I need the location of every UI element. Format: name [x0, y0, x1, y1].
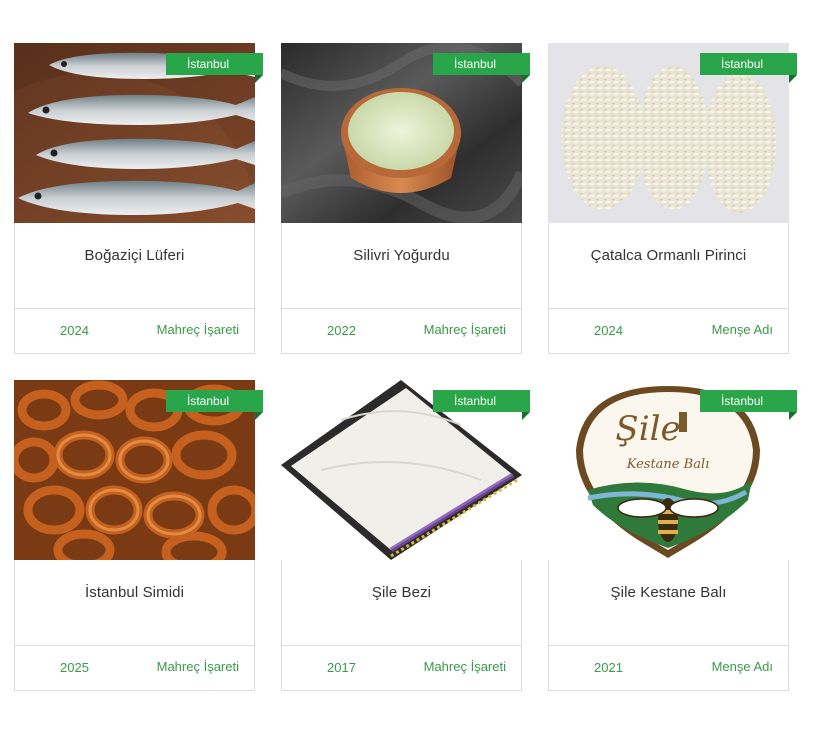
badge-fold	[522, 75, 530, 83]
badge-fold	[789, 75, 797, 83]
card-footer: 2024 Menşe Adı	[549, 308, 788, 353]
card-body: İstanbul Simidi 2025 Mahreç İşareti	[14, 560, 255, 691]
card-footer: 2021 Menşe Adı	[549, 645, 788, 690]
registration-year: 2025	[60, 660, 89, 675]
product-title[interactable]: Silivri Yoğurdu	[282, 247, 521, 264]
product-card[interactable]: İstanbul Şile Bezi 2017 Mahreç İşareti	[281, 380, 530, 691]
product-card[interactable]: İstanbul Boğaziçi Lüferi 2024 Mahreç İşa…	[14, 43, 263, 354]
card-body: Çatalca Ormanlı Pirinci 2024 Menşe Adı	[548, 223, 789, 354]
indication-type: Mahreç İşareti	[156, 322, 239, 337]
registration-year: 2017	[327, 660, 356, 675]
card-body: Şile Bezi 2017 Mahreç İşareti	[281, 560, 522, 691]
product-card[interactable]: İstanbul Silivri Yoğurdu 2022 Mahreç İşa…	[281, 43, 530, 354]
svg-text:Şile: Şile	[615, 409, 680, 449]
indication-type: Mahreç İşareti	[156, 659, 239, 674]
region-badge: İstanbul	[433, 53, 530, 75]
registration-year: 2024	[594, 323, 623, 338]
region-badge: İstanbul	[433, 390, 530, 412]
product-card[interactable]: İstanbul İstanbul Simidi 2025 Mahreç İşa…	[14, 380, 263, 691]
card-footer: 2017 Mahreç İşareti	[282, 645, 521, 690]
indication-type: Menşe Adı	[711, 659, 773, 674]
badge-fold	[522, 412, 530, 420]
card-body: Boğaziçi Lüferi 2024 Mahreç İşareti	[14, 223, 255, 354]
badge-fold	[255, 75, 263, 83]
badge-fold	[255, 412, 263, 420]
svg-text:Kestane Balı: Kestane Balı	[626, 457, 710, 472]
badge-fold	[789, 412, 797, 420]
indication-type: Menşe Adı	[711, 322, 773, 337]
region-badge: İstanbul	[700, 390, 797, 412]
product-grid: İstanbul Boğaziçi Lüferi 2024 Mahreç İşa…	[14, 43, 797, 691]
card-footer: 2022 Mahreç İşareti	[282, 308, 521, 353]
indication-type: Mahreç İşareti	[423, 322, 506, 337]
card-footer: 2025 Mahreç İşareti	[15, 645, 254, 690]
region-badge: İstanbul	[166, 53, 263, 75]
product-card[interactable]: Şile Kestane Balı İstanbul Şile Kestane …	[548, 380, 797, 691]
card-body: Şile Kestane Balı 2021 Menşe Adı	[548, 560, 789, 691]
product-title[interactable]: Şile Kestane Balı	[549, 584, 788, 601]
product-title[interactable]: Şile Bezi	[282, 584, 521, 601]
product-title[interactable]: Çatalca Ormanlı Pirinci	[549, 247, 788, 264]
region-badge: İstanbul	[166, 390, 263, 412]
product-card[interactable]: İstanbul Çatalca Ormanlı Pirinci 2024 Me…	[548, 43, 797, 354]
registration-year: 2022	[327, 323, 356, 338]
registration-year: 2021	[594, 660, 623, 675]
region-badge: İstanbul	[700, 53, 797, 75]
product-title[interactable]: İstanbul Simidi	[15, 584, 254, 601]
registration-year: 2024	[60, 323, 89, 338]
product-title[interactable]: Boğaziçi Lüferi	[15, 247, 254, 264]
card-footer: 2024 Mahreç İşareti	[15, 308, 254, 353]
indication-type: Mahreç İşareti	[423, 659, 506, 674]
card-body: Silivri Yoğurdu 2022 Mahreç İşareti	[281, 223, 522, 354]
